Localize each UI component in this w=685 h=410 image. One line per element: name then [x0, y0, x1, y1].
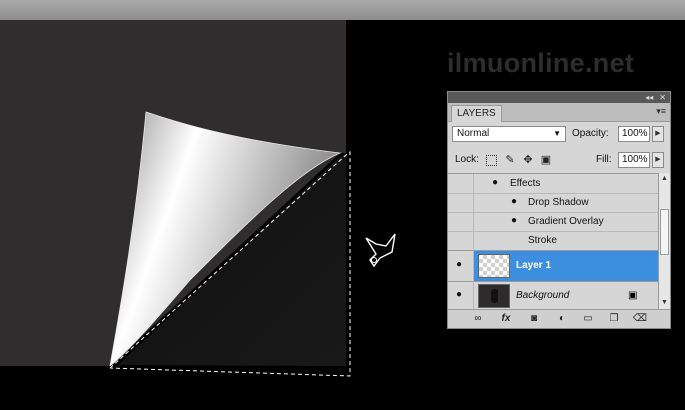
- layer-name[interactable]: Background: [516, 281, 569, 311]
- fx-icon[interactable]: fx: [498, 312, 514, 325]
- effect-label: Gradient Overlay: [528, 216, 604, 227]
- new-group-icon[interactable]: ▭: [580, 312, 596, 325]
- pen-cursor-icon: [365, 233, 396, 268]
- effect-label: Drop Shadow: [528, 197, 589, 208]
- eye-cell: [448, 174, 474, 193]
- adjustment-layer-icon[interactable]: ◐: [554, 312, 570, 325]
- eye-cell: ●: [448, 251, 474, 281]
- blend-row: Normal ▼ Opacity: 100% ▶: [452, 124, 666, 144]
- new-layer-icon[interactable]: ❐: [606, 312, 622, 325]
- layers-scrollbar[interactable]: ▲ ▼: [658, 173, 670, 309]
- trash-icon[interactable]: ⌫: [632, 312, 648, 325]
- eye-icon[interactable]: ●: [456, 260, 462, 270]
- lock-transparent-icon[interactable]: [486, 155, 497, 166]
- blend-mode-select[interactable]: Normal ▼: [452, 126, 566, 142]
- opacity-slider-button[interactable]: ▶: [652, 126, 664, 142]
- chevron-down-icon: ▼: [553, 129, 561, 138]
- lock-image-brush-icon[interactable]: ✎: [504, 154, 516, 166]
- fill-slider-button[interactable]: ▶: [652, 152, 664, 168]
- panel-menu-icon[interactable]: ▾≡: [656, 106, 666, 117]
- thumbnail-figure: [491, 289, 498, 303]
- panel-tab-row: LAYERS ▾≡: [448, 103, 670, 122]
- layer-row-background[interactable]: ● Background ▣: [448, 281, 658, 312]
- eye-cell: ●: [448, 281, 474, 311]
- layers-list: ● Effects ● Drop Shadow ● Gradient Overl…: [448, 173, 658, 312]
- eye-cell: [448, 193, 474, 212]
- tab-layers[interactable]: LAYERS: [451, 105, 502, 122]
- effect-row-stroke[interactable]: Stroke: [448, 231, 658, 251]
- effect-row-drop-shadow[interactable]: ● Drop Shadow: [448, 193, 658, 213]
- eye-icon[interactable]: ●: [492, 178, 498, 188]
- background-thumbnail: [478, 284, 510, 308]
- scroll-up-icon[interactable]: ▲: [659, 173, 670, 185]
- close-icon[interactable]: ✕: [659, 93, 666, 102]
- lock-all-icon[interactable]: ▣: [540, 154, 552, 166]
- layer-row-layer-1[interactable]: ● Layer 1: [448, 251, 658, 282]
- eye-icon[interactable]: ●: [511, 216, 517, 226]
- eye-cell: [448, 212, 474, 231]
- layer-thumbnail: [478, 254, 510, 278]
- collapse-icon[interactable]: ◂◂: [645, 93, 653, 102]
- lock-icon: ▣: [628, 290, 638, 301]
- effect-label: Stroke: [528, 235, 557, 246]
- scroll-thumb[interactable]: [660, 209, 669, 255]
- lock-label: Lock:: [455, 154, 479, 165]
- scroll-down-icon[interactable]: ▼: [659, 297, 670, 309]
- fill-field[interactable]: 100%: [618, 152, 650, 168]
- watermark-text: ilmuonline.net: [447, 48, 635, 78]
- effects-header-row[interactable]: ● Effects: [448, 174, 658, 194]
- link-layers-icon[interactable]: ∞: [470, 312, 486, 325]
- opacity-label: Opacity:: [572, 128, 609, 139]
- lock-row: Lock: ✎ ✥ ▣ Fill: 100% ▶: [452, 150, 666, 170]
- layers-panel: ◂◂ ✕ LAYERS ▾≡ Normal ▼ Opacity: 100% ▶ …: [447, 91, 671, 329]
- effect-row-gradient-overlay[interactable]: ● Gradient Overlay: [448, 212, 658, 232]
- effects-label: Effects: [510, 178, 541, 189]
- blend-mode-value: Normal: [457, 128, 490, 139]
- opacity-field[interactable]: 100%: [618, 126, 650, 142]
- eye-icon[interactable]: ●: [456, 290, 462, 300]
- lock-position-move-icon[interactable]: ✥: [522, 154, 534, 166]
- add-mask-icon[interactable]: ◙: [526, 312, 542, 325]
- panel-header: ◂◂ ✕: [448, 92, 670, 103]
- layer-name[interactable]: Layer 1: [516, 251, 551, 281]
- eye-icon[interactable]: ●: [511, 197, 517, 207]
- eye-cell: [448, 231, 474, 250]
- panel-bottom-toolbar: ∞ fx ◙ ◐ ▭ ❐ ⌫: [448, 309, 670, 328]
- fill-label: Fill:: [596, 154, 612, 165]
